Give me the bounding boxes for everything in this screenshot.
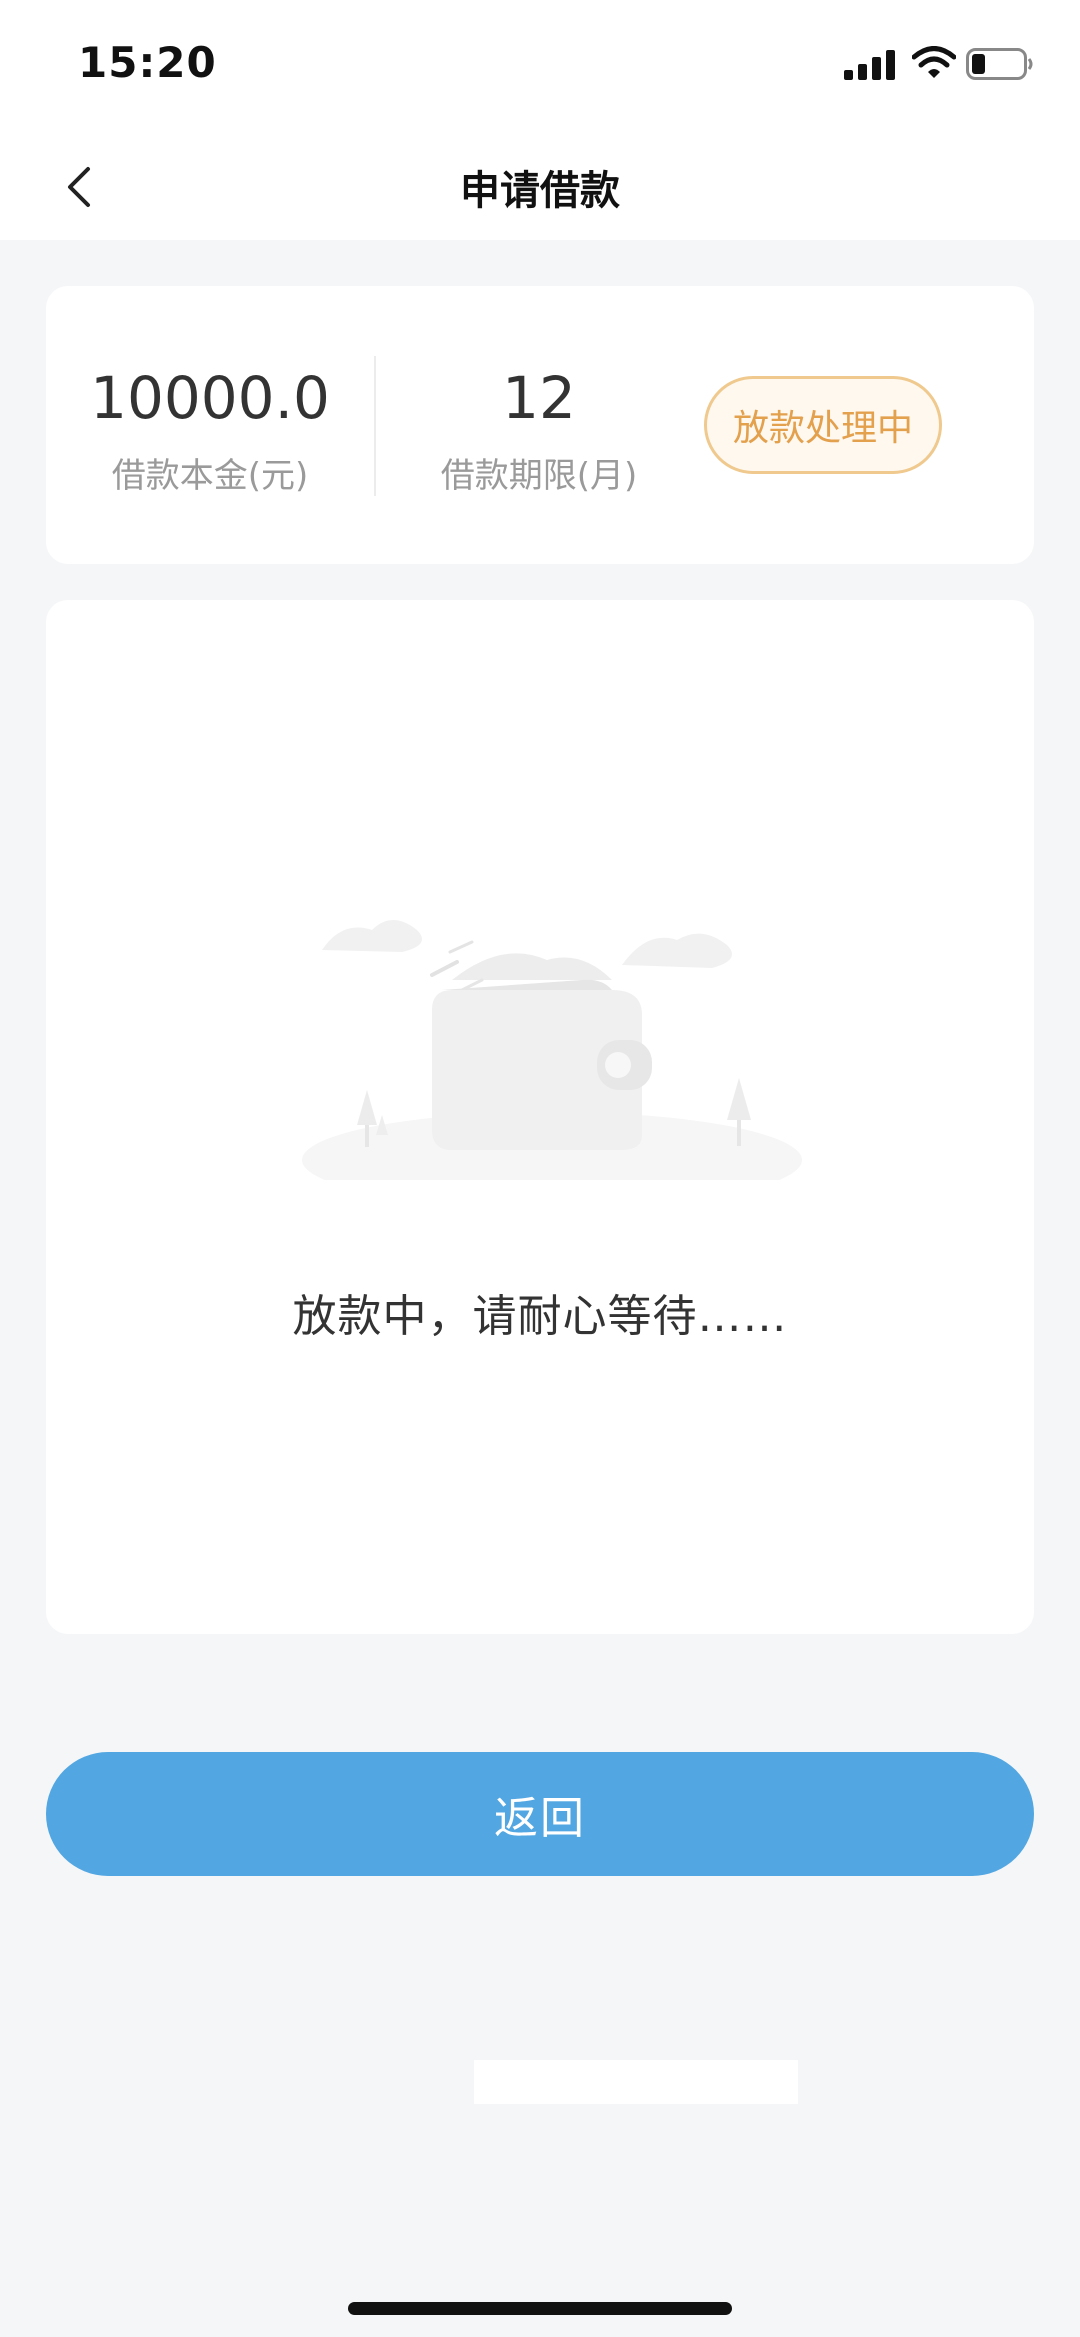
screen: 15:20 申请借款 10000.0 借款本金(元) 12 借款期限(月) 放款…	[0, 0, 1080, 2337]
loan-summary-card: 10000.0 借款本金(元) 12 借款期限(月) 放款处理中	[46, 286, 1034, 564]
nav-bar: 申请借款	[0, 130, 1080, 240]
home-indicator[interactable]	[348, 2302, 732, 2315]
loan-amount-value: 10000.0	[90, 364, 330, 432]
status-bar: 15:20	[0, 0, 1080, 130]
status-time: 15:20	[78, 38, 217, 87]
loan-term-value: 12	[502, 364, 576, 432]
waiting-message: 放款中，请耐心等待……	[292, 1291, 788, 1342]
loan-amount-label: 借款本金(元)	[111, 456, 309, 496]
loan-term-label: 借款期限(月)	[440, 456, 638, 496]
wifi-icon	[912, 46, 956, 78]
return-button[interactable]: 返回	[46, 1752, 1034, 1876]
battery-icon	[966, 48, 1033, 80]
blank-patch	[474, 2060, 798, 2104]
loan-term-block: 12 借款期限(月)	[374, 286, 704, 564]
page-title: 申请借款	[460, 168, 620, 214]
status-badge: 放款处理中	[704, 376, 942, 474]
status-icons	[844, 44, 1034, 84]
disbursement-status-card: 放款中，请耐心等待……	[46, 600, 1034, 1634]
wallet-illustration	[302, 920, 802, 1180]
loan-amount-block: 10000.0 借款本金(元)	[46, 286, 374, 564]
signal-icon	[844, 50, 895, 80]
